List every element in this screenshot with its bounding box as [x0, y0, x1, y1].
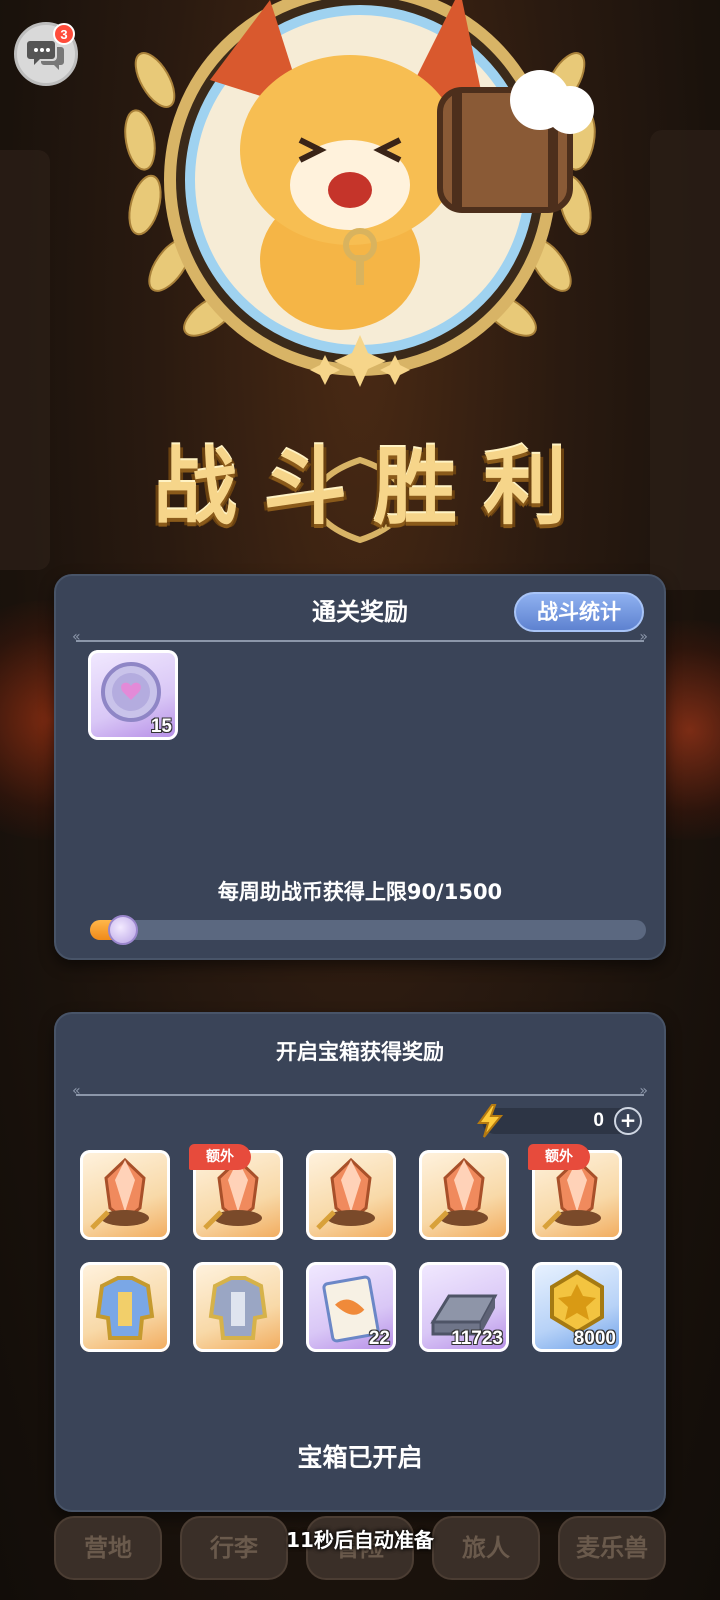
chest-reward-item[interactable] — [80, 1150, 170, 1240]
extra-reward-tag: 额外 — [528, 1144, 590, 1170]
weekly-progress-bar — [90, 915, 646, 945]
item-frame — [419, 1150, 509, 1240]
reward-item-box: 11723 — [419, 1262, 509, 1352]
chat-button[interactable]: 3 — [14, 22, 78, 86]
chest-opened-status: 宝箱已开启 — [297, 1443, 423, 1472]
auto-ready-countdown: 11秒后自动准备 — [286, 1528, 434, 1552]
chest-reward-item[interactable]: 额外 — [189, 1144, 283, 1240]
victory-title: 战斗胜利 — [152, 438, 593, 536]
lightning-bolt-icon — [477, 1104, 504, 1138]
reward-item-support-coin[interactable]: 15 — [88, 650, 178, 740]
energy-value: 0 — [593, 1110, 604, 1131]
chest-reward-item[interactable] — [306, 1150, 396, 1240]
divider — [76, 629, 648, 645]
bottom-nav: 营地 行李 冒险 旅人 麦乐兽 11秒后自动准备 — [0, 1510, 720, 1600]
reward-item-box — [80, 1150, 170, 1240]
reward-item-box — [80, 1262, 170, 1352]
item-frame — [419, 1262, 509, 1352]
item-frame — [306, 1150, 396, 1240]
chat-unread-badge: 3 — [53, 23, 75, 45]
reward-item-box — [306, 1150, 396, 1240]
item-frame — [88, 650, 178, 740]
reward-item-box: 22 — [306, 1262, 396, 1352]
chest-reward-item[interactable] — [80, 1262, 170, 1352]
item-frame — [80, 1262, 170, 1352]
item-frame — [80, 1150, 170, 1240]
support-coin-knob-icon — [108, 915, 138, 945]
divider — [76, 1083, 648, 1099]
battle-stats-button[interactable]: 战斗统计 — [514, 592, 644, 632]
chest-reward-item[interactable] — [193, 1262, 283, 1352]
chest-reward-item[interactable]: 8000 — [532, 1262, 622, 1352]
clear-rewards-panel: 通关奖励 战斗统计 15 每周助战币获得上限90/1500 — [54, 574, 666, 960]
chest-rewards-title: 开启宝箱获得奖励 — [276, 1040, 444, 1064]
chest-reward-item[interactable]: 11723 — [419, 1262, 509, 1352]
chest-rewards-panel: 开启宝箱获得奖励 0 + 额外 额外 22 11723 8000 宝箱已开启 — [54, 1012, 666, 1512]
item-frame — [532, 1262, 622, 1352]
reward-item-box — [419, 1150, 509, 1240]
reward-item-box — [193, 1262, 283, 1352]
extra-reward-tag: 额外 — [189, 1144, 251, 1170]
chest-reward-item[interactable]: 22 — [306, 1262, 396, 1352]
weekly-limit-text: 每周助战币获得上限90/1500 — [217, 880, 503, 904]
chest-reward-item[interactable] — [419, 1150, 509, 1240]
reward-item-box: 8000 — [532, 1262, 622, 1352]
chest-reward-item[interactable]: 额外 — [528, 1144, 622, 1240]
item-frame — [193, 1262, 283, 1352]
energy-counter: 0 + — [477, 1104, 642, 1138]
item-frame — [306, 1262, 396, 1352]
plus-icon[interactable]: + — [614, 1107, 642, 1135]
